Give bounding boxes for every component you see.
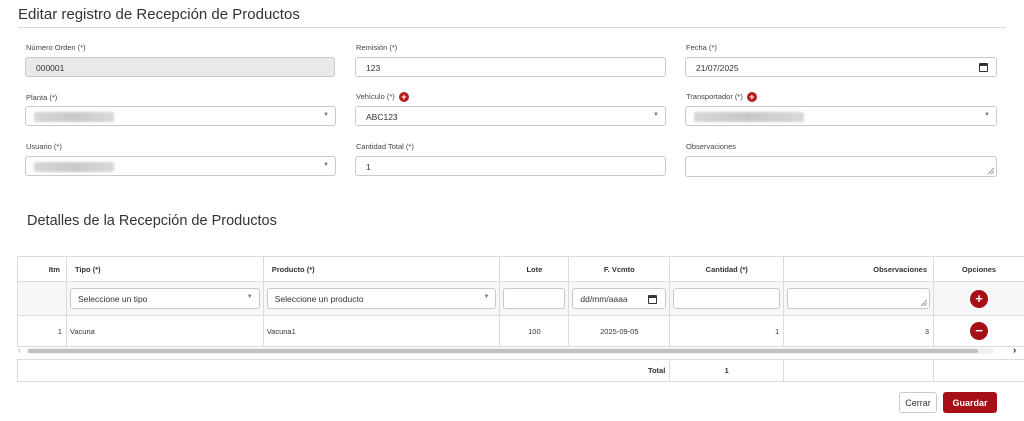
remove-item-button[interactable]: − bbox=[970, 322, 988, 340]
remision-input[interactable]: 123 bbox=[355, 57, 666, 77]
footer-total-label: Total bbox=[16, 359, 671, 382]
chevron-down-icon: ▼ bbox=[984, 112, 990, 118]
vehiculo-value: ABC123 bbox=[366, 112, 398, 122]
transportador-label: Transportador (*) bbox=[686, 92, 743, 101]
new-item-cantidad-cell bbox=[669, 281, 785, 316]
save-button[interactable]: Guardar bbox=[943, 392, 997, 413]
new-item-lote-cell bbox=[499, 281, 570, 316]
vcmto-date-input[interactable]: dd/mm/aaaa bbox=[572, 288, 667, 309]
col-header-vcmto: F. Vcmto bbox=[568, 256, 671, 282]
tipo-select-value: Seleccione un tipo bbox=[77, 294, 148, 304]
calendar-icon[interactable] bbox=[648, 295, 658, 304]
chevron-down-icon: ▼ bbox=[483, 294, 490, 300]
new-item-opciones-cell: + bbox=[933, 281, 1024, 316]
col-header-cantidad: Cantidad (*) bbox=[669, 256, 785, 282]
row-vcmto: 2025-09-05 bbox=[568, 315, 671, 347]
scrollbar-thumb[interactable] bbox=[28, 349, 978, 353]
table-footer-row: Total 1 bbox=[16, 359, 1024, 382]
chevron-down-icon: ▼ bbox=[323, 112, 329, 118]
usuario-label: Usuario (*) bbox=[26, 142, 62, 151]
transportador-label-wrap: Transportador (*) + bbox=[686, 92, 757, 103]
add-transportador-icon[interactable]: + bbox=[746, 92, 757, 103]
minus-circle-icon: − bbox=[975, 323, 983, 338]
planta-select[interactable]: ▼ bbox=[25, 106, 336, 126]
plus-circle-icon: + bbox=[975, 290, 983, 306]
planta-redacted-value bbox=[34, 112, 114, 122]
usuario-select[interactable]: ▼ bbox=[25, 156, 336, 176]
fecha-label: Fecha (*) bbox=[686, 43, 717, 52]
fecha-input[interactable]: 21/07/2025 bbox=[685, 57, 997, 77]
new-item-itm-cell bbox=[17, 281, 67, 316]
chevron-down-icon: ▼ bbox=[246, 294, 253, 300]
add-vehiculo-icon[interactable]: + bbox=[398, 92, 409, 103]
col-header-observaciones: Observaciones bbox=[783, 256, 935, 282]
transportador-redacted-value bbox=[694, 112, 804, 122]
fecha-value: 21/07/2025 bbox=[696, 63, 739, 73]
row-tipo: Vacuna bbox=[65, 315, 264, 347]
new-item-row: Seleccione un tipo ▼ Seleccione un produ… bbox=[17, 281, 1024, 316]
vehiculo-label: Vehículo (*) bbox=[356, 92, 395, 101]
row-observaciones: 3 bbox=[783, 315, 935, 347]
new-item-observaciones-cell bbox=[783, 281, 935, 316]
cantidad-total-input[interactable]: 1 bbox=[355, 156, 666, 176]
details-table: Itm Tipo (*) Producto (*) Lote F. Vcmto … bbox=[16, 256, 1024, 382]
numero-orden-label: Número Orden (*) bbox=[26, 43, 86, 52]
col-header-lote: Lote bbox=[499, 256, 570, 282]
row-lote: 100 bbox=[499, 315, 570, 347]
close-button[interactable]: Cerrar bbox=[899, 392, 937, 413]
row-itm: 1 bbox=[17, 315, 67, 347]
producto-select[interactable]: Seleccione un producto ▼ bbox=[266, 288, 497, 309]
scroll-left-icon[interactable]: ‹ bbox=[18, 345, 21, 355]
new-item-vcmto-cell: dd/mm/aaaa bbox=[568, 281, 671, 316]
observaciones-textarea[interactable] bbox=[685, 156, 997, 177]
tipo-select[interactable]: Seleccione un tipo ▼ bbox=[69, 288, 260, 309]
lote-input[interactable] bbox=[503, 288, 566, 309]
chevron-down-icon: ▼ bbox=[653, 112, 659, 118]
vehiculo-select[interactable]: ABC123 ▼ bbox=[355, 106, 666, 126]
planta-label: Planta (*) bbox=[26, 93, 58, 102]
add-item-button[interactable]: + bbox=[970, 289, 988, 308]
resize-grip-icon[interactable] bbox=[988, 168, 994, 174]
numero-orden-field: 000001 bbox=[25, 57, 335, 77]
col-header-tipo: Tipo (*) bbox=[65, 256, 264, 282]
title-divider bbox=[18, 27, 1006, 28]
row-opciones: − bbox=[933, 315, 1024, 347]
remision-label: Remisión (*) bbox=[356, 43, 398, 52]
calendar-icon[interactable] bbox=[979, 63, 988, 72]
details-section-title: Detalles de la Recepción de Productos bbox=[27, 213, 277, 229]
footer-empty-cell bbox=[933, 359, 1024, 382]
table-row: 1 Vacuna Vacuna1 100 2025-09-05 1 3 − bbox=[17, 315, 1024, 347]
cantidad-input[interactable] bbox=[673, 288, 781, 309]
scroll-right-icon[interactable]: › bbox=[1013, 345, 1016, 356]
col-header-producto: Producto (*) bbox=[262, 256, 501, 282]
page-title: Editar registro de Recepción de Producto… bbox=[18, 6, 300, 23]
vehiculo-label-wrap: Vehículo (*) + bbox=[356, 92, 409, 103]
row-producto: Vacuna1 bbox=[262, 315, 501, 347]
col-header-opciones: Opciones bbox=[933, 256, 1024, 282]
item-observaciones-textarea[interactable] bbox=[787, 288, 931, 309]
col-header-itm: Itm bbox=[17, 256, 67, 282]
row-cantidad: 1 bbox=[669, 315, 785, 347]
new-item-producto-cell: Seleccione un producto ▼ bbox=[262, 281, 501, 316]
table-header-row: Itm Tipo (*) Producto (*) Lote F. Vcmto … bbox=[17, 256, 1024, 282]
producto-select-value: Seleccione un producto bbox=[274, 294, 364, 304]
cantidad-total-label: Cantidad Total (*) bbox=[356, 142, 414, 151]
resize-grip-icon[interactable] bbox=[921, 300, 928, 306]
transportador-select[interactable]: ▼ bbox=[685, 106, 997, 126]
footer-total-value: 1 bbox=[669, 359, 785, 382]
chevron-down-icon: ▼ bbox=[323, 162, 329, 168]
vcmto-placeholder: dd/mm/aaaa bbox=[580, 294, 628, 304]
observaciones-label: Observaciones bbox=[686, 142, 737, 151]
usuario-redacted-value bbox=[34, 162, 114, 172]
new-item-tipo-cell: Seleccione un tipo ▼ bbox=[65, 281, 264, 316]
footer-empty-cell bbox=[783, 359, 935, 382]
